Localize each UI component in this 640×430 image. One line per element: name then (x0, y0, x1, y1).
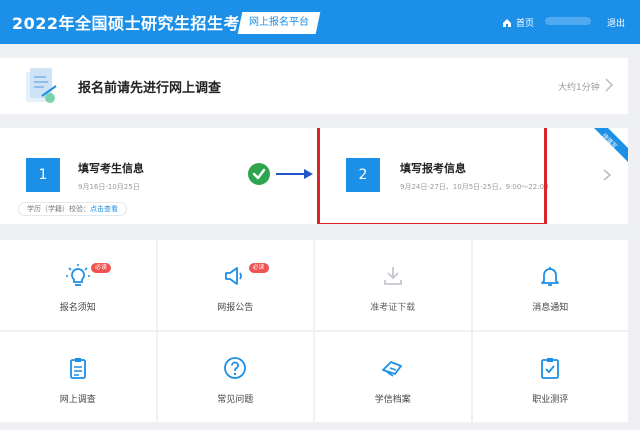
user-name-blurred (545, 17, 591, 25)
survey-document-icon (26, 68, 57, 103)
download-icon (383, 267, 402, 285)
chevron-right-icon[interactable] (603, 169, 611, 181)
survey-card[interactable]: 报名前请先进行网上调查 大约1分钟 (0, 58, 628, 114)
archive-icon (381, 361, 402, 377)
step-1-number: 1 (26, 158, 60, 192)
logout-link[interactable]: 退出 (607, 16, 625, 29)
megaphone-icon (225, 267, 243, 285)
arrow-right-icon (276, 169, 313, 179)
verify-pill: 学历（学籍）校验：点击查看 (18, 202, 127, 216)
platform-badge: 网上报名平台 (237, 12, 321, 34)
verify-label: 学历（学籍）校验： (27, 205, 90, 213)
tile-label: 职业测评 (532, 395, 569, 405)
tile-admission-ticket[interactable]: 准考证下载 (315, 240, 471, 330)
required-badge: 必读 (91, 263, 112, 273)
top-header: 2022年全国硕士研究生招生考试 网上报名平台 首页 退出 (0, 0, 640, 44)
tile-label: 网报公告 (217, 303, 254, 313)
tile-student-archive[interactable]: 学信档案 (315, 332, 471, 422)
steps-card: 1 填写考生信息 9月16日-10月25日 学历（学籍）校验：点击查看 2 填写… (0, 128, 628, 224)
tile-label: 准考证下载 (370, 303, 416, 313)
step-1-title[interactable]: 填写考生信息 (78, 160, 144, 176)
tile-label: 学信档案 (374, 395, 411, 405)
home-link[interactable]: 首页 (502, 16, 534, 29)
tile-registration-notice[interactable]: 必读 报名须知 (0, 240, 156, 330)
step-2-highlight (317, 128, 547, 224)
home-label: 首页 (516, 19, 535, 29)
tile-faq[interactable]: 常见问题 (157, 332, 313, 422)
home-icon (503, 18, 511, 27)
tile-label: 报名须知 (59, 303, 96, 313)
tile-notifications[interactable]: 消息通知 (472, 240, 628, 330)
clipboard-icon (69, 358, 86, 379)
tile-label: 网上调查 (59, 395, 96, 405)
bell-icon (541, 267, 560, 286)
tile-label: 常见问题 (217, 395, 254, 405)
survey-duration: 大约1分钟 (558, 83, 600, 93)
verify-link[interactable]: 点击查看 (90, 205, 118, 213)
check-circle-icon (248, 163, 270, 185)
tile-label: 消息通知 (532, 303, 569, 313)
survey-title: 报名前请先进行网上调查 (78, 81, 222, 96)
question-icon (224, 357, 247, 379)
tile-announcement[interactable]: 必读 网报公告 (157, 240, 313, 330)
required-badge: 必读 (248, 263, 269, 273)
tile-online-survey[interactable]: 网上调查 (0, 332, 156, 422)
step-1-date: 9月16日-10月25日 (78, 183, 140, 191)
chevron-right-icon (605, 78, 614, 92)
evaluation-icon (541, 358, 560, 379)
lightbulb-icon (65, 264, 90, 286)
tile-career-evaluation[interactable]: 职业测评 (472, 332, 628, 422)
function-grid: 必读 报名须知 必读 网报公告 准考证下载 消息通知 网上调查 常见问题 学信档… (0, 240, 628, 430)
site-title: 2022年全国硕士研究生招生考试 (12, 14, 257, 33)
